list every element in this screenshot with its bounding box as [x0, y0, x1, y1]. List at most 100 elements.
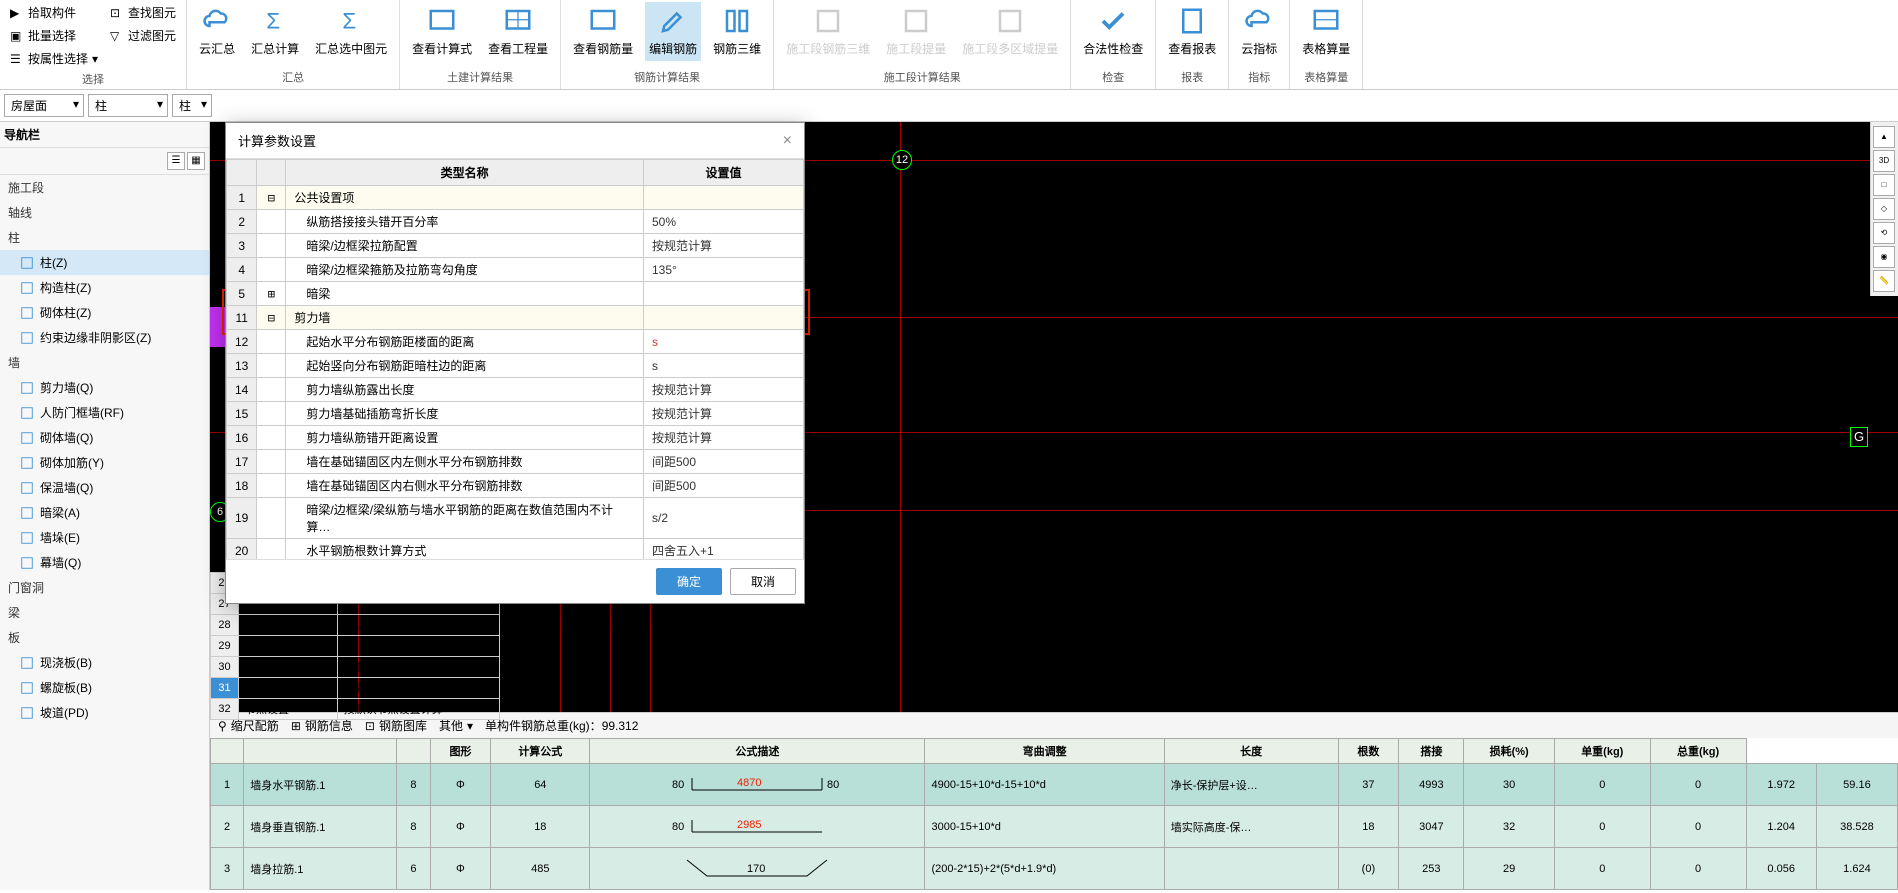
nav-list-icon[interactable]: ☰: [167, 152, 185, 170]
pick-component[interactable]: ▶拾取构件: [8, 2, 100, 23]
tool-select[interactable]: ▲: [1873, 126, 1895, 148]
nav-section[interactable]: 板: [0, 625, 209, 650]
tool-rotate[interactable]: ⟲: [1873, 222, 1895, 244]
expand-icon[interactable]: ⊟: [265, 191, 277, 205]
cancel-button[interactable]: 取消: [730, 568, 796, 595]
nav-section[interactable]: 门窗洞: [0, 575, 209, 600]
result-col: 根数: [1338, 739, 1399, 764]
expand-icon[interactable]: ⊟: [265, 311, 277, 325]
tool-measure[interactable]: 📏: [1873, 270, 1895, 292]
nav-item[interactable]: 坡道(PD): [0, 700, 209, 725]
nav-item[interactable]: 墙垛(E): [0, 525, 209, 550]
view-quantity[interactable]: 查看工程量: [484, 2, 552, 61]
param-row[interactable]: 11⊟剪力墙: [227, 306, 804, 330]
batch-select[interactable]: ▣批量选择: [8, 25, 100, 46]
param-row[interactable]: 13起始竖向分布钢筋距暗柱边的距离s: [227, 354, 804, 378]
nav-item[interactable]: 构造柱(Z): [0, 275, 209, 300]
attr-icon: ☰: [10, 52, 24, 66]
close-icon[interactable]: ×: [783, 132, 792, 150]
stage-qty: 施工段提量: [882, 2, 950, 61]
expand-icon[interactable]: ⊞: [265, 287, 277, 301]
element-dropdown[interactable]: 柱: [172, 94, 212, 117]
nav-item[interactable]: 现浇板(B): [0, 650, 209, 675]
sigma-sel-icon: Σ: [336, 6, 366, 36]
param-row[interactable]: 18墙在基础锚固区内右侧水平分布钢筋排数间距500: [227, 474, 804, 498]
nav-item-icon: [20, 256, 34, 270]
result-col: 公式描述: [590, 739, 925, 764]
nav-item[interactable]: 砌体加筋(Y): [0, 450, 209, 475]
grid-label-g: G: [1850, 427, 1868, 447]
nav-item[interactable]: 柱(Z): [0, 250, 209, 275]
total-weight: 99.312: [602, 719, 639, 733]
nav-panel: 导航栏 ☰ ▦ 施工段轴线柱柱(Z)构造柱(Z)砌体柱(Z)约束边缘非阴影区(Z…: [0, 122, 210, 890]
param-row[interactable]: 17墙在基础锚固区内左侧水平分布钢筋排数间距500: [227, 450, 804, 474]
nav-item[interactable]: 人防门框墙(RF): [0, 400, 209, 425]
nav-item[interactable]: 螺旋板(B): [0, 675, 209, 700]
param-row[interactable]: 2纵筋搭接接头错开百分率50%: [227, 210, 804, 234]
filter-element[interactable]: ▽过滤图元: [108, 25, 178, 46]
nav-grid-icon[interactable]: ▦: [187, 152, 205, 170]
param-row[interactable]: 16剪力墙纵筋错开距离设置按规范计算: [227, 426, 804, 450]
tool-box[interactable]: □: [1873, 174, 1895, 196]
nav-item[interactable]: 保温墙(Q): [0, 475, 209, 500]
nav-section[interactable]: 柱: [0, 225, 209, 250]
param-row[interactable]: 5⊞暗梁: [227, 282, 804, 306]
nav-item[interactable]: 暗梁(A): [0, 500, 209, 525]
nav-item[interactable]: 砌体柱(Z): [0, 300, 209, 325]
rebar-3d[interactable]: 钢筋三维: [709, 2, 765, 61]
nav-item[interactable]: 砌体墙(Q): [0, 425, 209, 450]
result-row[interactable]: 1墙身水平钢筋.18Φ64804870804900-15+10*d-15+10*…: [211, 764, 1898, 806]
result-col: 损耗(%): [1464, 739, 1554, 764]
nav-section[interactable]: 墙: [0, 350, 209, 375]
param-row[interactable]: 20水平钢筋根数计算方式四舍五入+1: [227, 539, 804, 560]
summary-selected[interactable]: Σ汇总选中图元: [311, 2, 391, 61]
param-row[interactable]: 15剪力墙基础插筋弯折长度按规范计算: [227, 402, 804, 426]
col-type: 类型名称: [286, 160, 644, 186]
nav-item[interactable]: 幕墙(Q): [0, 550, 209, 575]
nav-section[interactable]: 梁: [0, 600, 209, 625]
param-row[interactable]: 4暗梁/边框梁箍筋及拉筋弯勾角度135°: [227, 258, 804, 282]
validity-check[interactable]: 合法性检查: [1079, 2, 1147, 61]
nav-section[interactable]: 轴线: [0, 200, 209, 225]
prop-row[interactable]: 32节点设置按默认节点设置计算: [211, 699, 500, 720]
view-report[interactable]: 查看报表: [1164, 2, 1220, 61]
param-row[interactable]: 1⊟公共设置项: [227, 186, 804, 210]
nav-tree: 施工段轴线柱柱(Z)构造柱(Z)砌体柱(Z)约束边缘非阴影区(Z)墙剪力墙(Q)…: [0, 175, 209, 890]
prop-row[interactable]: 31计算设置按默认计算设置计算: [211, 678, 500, 699]
cloud-summary[interactable]: 云汇总: [195, 2, 239, 61]
param-row[interactable]: 14剪力墙纵筋露出长度按规范计算: [227, 378, 804, 402]
table-qty-icon: [1311, 6, 1341, 36]
cloud-icon: [202, 6, 232, 36]
prop-row[interactable]: 29抗震等级(二级抗震): [211, 636, 500, 657]
cloud-index[interactable]: 云指标: [1237, 2, 1281, 61]
category-dropdown[interactable]: 柱: [88, 94, 168, 117]
prop-row[interactable]: 30锚固搭接按默认锚固搭接计算: [211, 657, 500, 678]
svg-text:Σ: Σ: [266, 9, 280, 34]
nav-item[interactable]: 剪力墙(Q): [0, 375, 209, 400]
find-element[interactable]: ⊡查找图元: [108, 2, 178, 23]
result-row[interactable]: 2墙身垂直钢筋.18Φ188029853000-15+10*d墙实际高度-保…1…: [211, 806, 1898, 848]
result-col: 弯曲调整: [925, 739, 1164, 764]
tool-sphere[interactable]: ◉: [1873, 246, 1895, 268]
params-table: 类型名称 设置值 1⊟公共设置项2纵筋搭接接头错开百分率50%3暗梁/边框梁拉筋…: [226, 159, 804, 559]
result-row[interactable]: 3墙身拉筋.16Φ485170(200-2*15)+2*(5*d+1.9*d)(…: [211, 848, 1898, 890]
param-row[interactable]: 19暗梁/边框梁/梁纵筋与墙水平钢筋的距离在数值范围内不计算…s/2: [227, 498, 804, 539]
floor-dropdown[interactable]: 房屋面: [4, 94, 84, 117]
view-formula[interactable]: 查看计算式: [408, 2, 476, 61]
edit-rebar-icon: [658, 6, 688, 36]
param-row[interactable]: 12起始水平分布钢筋距楼面的距离s: [227, 330, 804, 354]
filter-icon: ▽: [110, 29, 124, 43]
tool-3d[interactable]: 3D: [1873, 150, 1895, 172]
stage-multi-icon: [995, 6, 1025, 36]
ok-button[interactable]: 确定: [656, 568, 722, 595]
view-rebar-qty[interactable]: 查看钢筋量: [569, 2, 637, 61]
summary-calc[interactable]: Σ汇总计算: [247, 2, 303, 61]
tool-cube[interactable]: ◇: [1873, 198, 1895, 220]
nav-item[interactable]: 约束边缘非阴影区(Z): [0, 325, 209, 350]
table-qty[interactable]: 表格算量: [1298, 2, 1354, 61]
nav-section[interactable]: 施工段: [0, 175, 209, 200]
attr-select[interactable]: ☰按属性选择 ▾: [8, 48, 100, 69]
edit-rebar[interactable]: 编辑钢筋: [645, 2, 701, 61]
param-row[interactable]: 3暗梁/边框梁拉筋配置按规范计算: [227, 234, 804, 258]
prop-row[interactable]: 28水平分布…不计入: [211, 615, 500, 636]
